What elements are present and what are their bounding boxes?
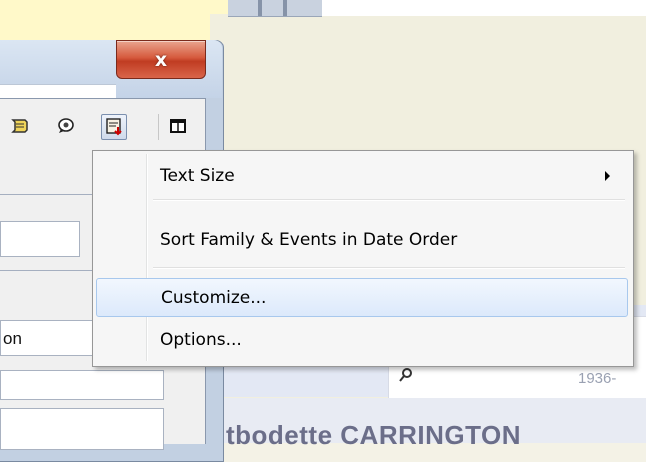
submenu-arrow-icon <box>605 171 610 181</box>
menu-item-sort-family[interactable]: Sort Family & Events in Date Order <box>96 221 628 258</box>
close-icon: x <box>154 48 168 71</box>
menu-item-options[interactable]: Options... <box>96 321 628 358</box>
menu-separator <box>153 267 625 269</box>
menu-item-label: Sort Family & Events in Date Order <box>160 230 458 250</box>
toolbar-separator <box>158 114 159 140</box>
text-field[interactable] <box>0 408 164 450</box>
menu-item-label: Customize... <box>161 288 267 308</box>
scroll-icon[interactable] <box>8 114 32 138</box>
background-title-strip <box>228 0 322 17</box>
scroll-down-icon[interactable] <box>101 114 127 140</box>
panel-icon[interactable] <box>166 114 190 138</box>
menu-item-text-size[interactable]: Text Size <box>96 157 628 194</box>
menu-separator <box>153 199 625 201</box>
person-name-heading: tbodette CARRINGTON <box>226 420 522 450</box>
context-menu: Text Size Sort Family & Events in Date O… <box>92 150 634 367</box>
person-years: 1936- <box>578 370 617 387</box>
menu-item-label: Text Size <box>160 166 235 186</box>
background-top-white <box>322 0 646 16</box>
menu-item-customize[interactable]: Customize... <box>96 278 628 317</box>
text-field[interactable] <box>0 221 80 257</box>
background-yellow-panel <box>0 0 240 44</box>
menu-item-label: Options... <box>160 330 242 350</box>
close-button[interactable]: x <box>116 40 206 79</box>
text-field[interactable] <box>0 370 164 400</box>
search-icon[interactable] <box>398 367 414 383</box>
chat-icon[interactable] <box>54 114 78 138</box>
